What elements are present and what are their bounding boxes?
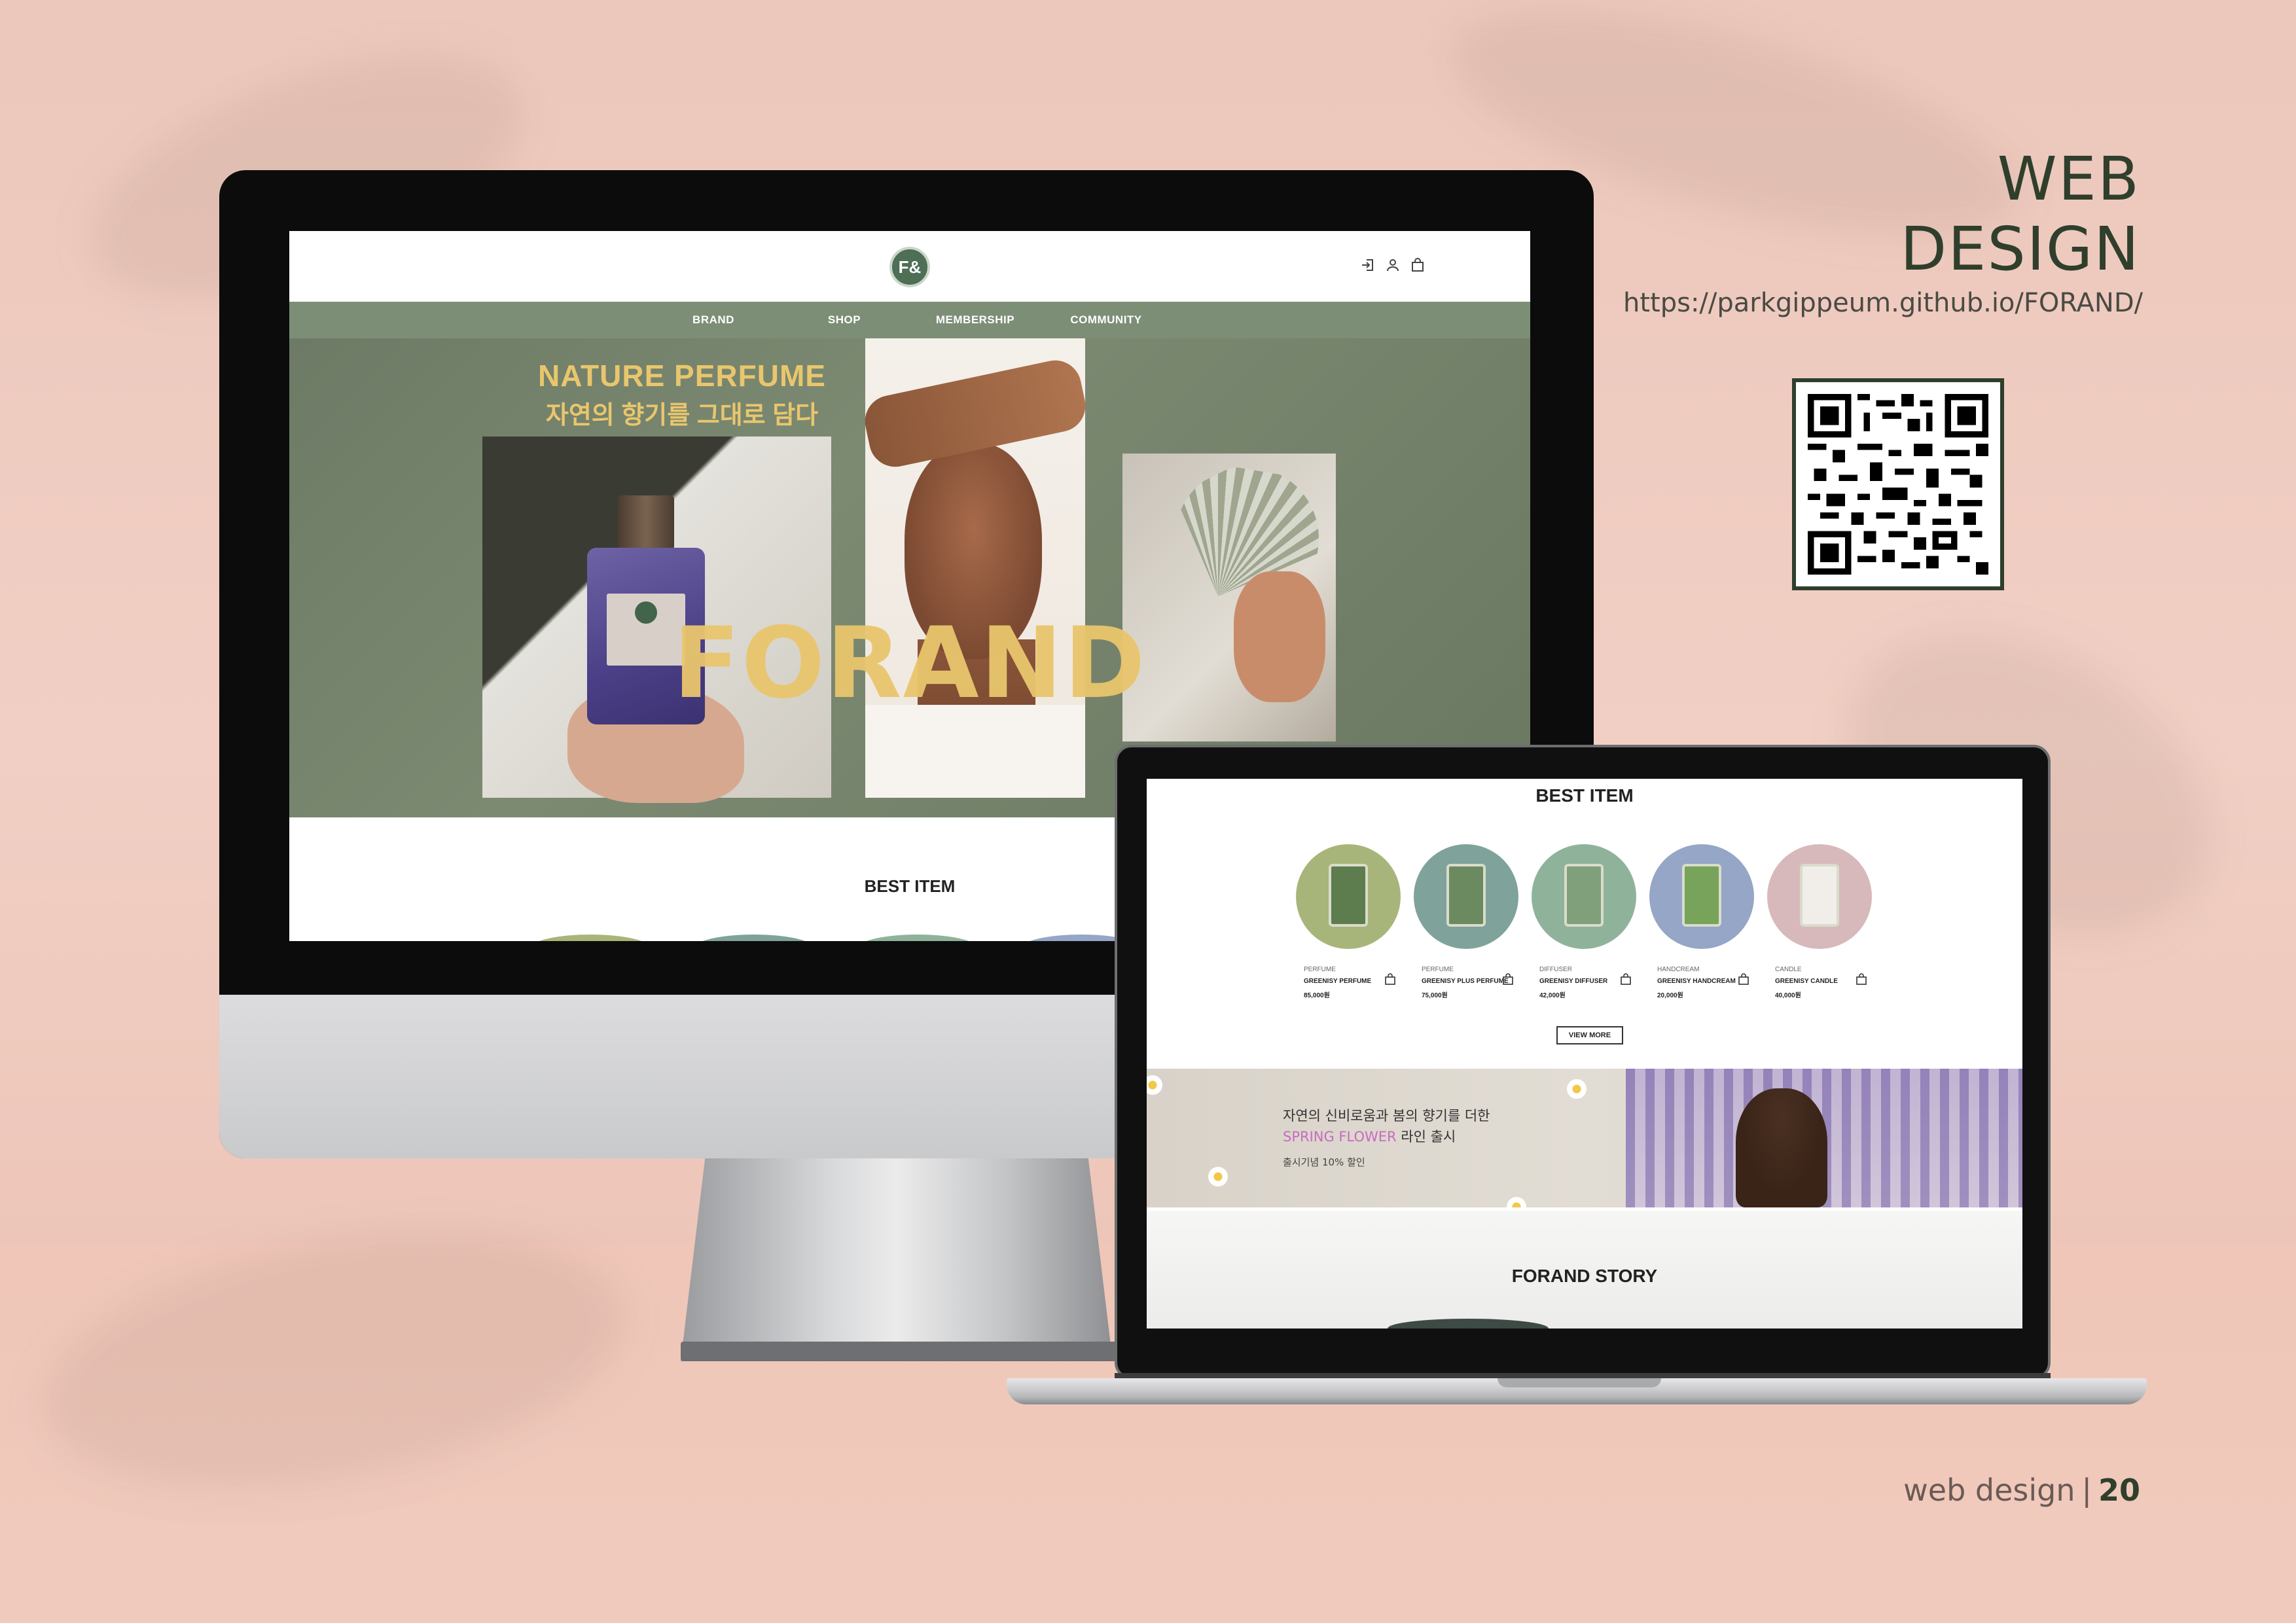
cart-icon[interactable] [1501, 972, 1515, 986]
qr-code-icon [1808, 394, 1988, 575]
banner-accent: SPRING FLOWER [1283, 1129, 1397, 1145]
bag-icon[interactable] [1410, 257, 1426, 273]
site-header: F& [289, 231, 1530, 302]
user-icon[interactable] [1385, 257, 1401, 273]
cart-icon[interactable] [1619, 972, 1632, 986]
product-card[interactable]: PERFUME GREENISY PERFUME 85,000원 [1296, 844, 1401, 1001]
product-image[interactable] [1649, 844, 1754, 949]
best-item-title: BEST ITEM [1535, 785, 1634, 806]
product-name[interactable]: GREENISY PERFUME [1304, 978, 1371, 985]
cart-icon[interactable] [1855, 972, 1868, 986]
product-card[interactable]: CANDLE GREENISY CANDLE 40,000원 [1767, 844, 1872, 1001]
imac-stand [681, 1145, 1113, 1361]
product-category: DIFFUSER [1539, 966, 1572, 973]
product-item [1800, 864, 1839, 927]
product-thumb-peek [695, 935, 813, 941]
product-price: 20,000원 [1657, 992, 1683, 999]
product-thumb-peek [531, 935, 649, 941]
daisy-icon [1208, 1167, 1228, 1186]
product-category: HANDCREAM [1657, 966, 1700, 973]
model-photo [860, 338, 1090, 798]
imac-stand-foot [681, 1342, 1126, 1361]
daisy-icon [1147, 1075, 1162, 1095]
view-more-button[interactable]: VIEW MORE [1556, 1026, 1623, 1044]
hero-brand: FORAND [673, 607, 1147, 721]
product-image[interactable] [1414, 844, 1518, 949]
product-thumb-peek [859, 935, 977, 941]
product-price: 85,000원 [1304, 992, 1330, 999]
nav-brand[interactable]: BRAND [648, 313, 779, 327]
footer-label: web design [1903, 1472, 2075, 1508]
qr-code[interactable] [1792, 378, 2004, 590]
daisy-icon [1507, 1197, 1526, 1207]
hero-title: NATURE PERFUME [538, 359, 826, 393]
product-image[interactable] [1532, 844, 1636, 949]
hero-subtitle: 자연의 향기를 그대로 담다 [545, 402, 819, 429]
laptop-screen: BEST ITEM PERFUME GREENISY PERFUME 85,00… [1147, 779, 2022, 1329]
product-image[interactable] [1767, 844, 1872, 949]
brand-logo[interactable]: F& [889, 247, 930, 287]
nav-shop[interactable]: SHOP [779, 313, 910, 327]
cart-icon[interactable] [1737, 972, 1750, 986]
nav-membership[interactable]: MEMBERSHIP [910, 313, 1041, 327]
main-nav: BRAND SHOP MEMBERSHIP COMMUNITY [289, 302, 1530, 338]
product-price: 75,000원 [1422, 992, 1448, 999]
product-card[interactable]: DIFFUSER GREENISY DIFFUSER 42,000원 [1532, 844, 1636, 1001]
laptop-notch [1498, 1378, 1661, 1387]
footer-separator: | [2081, 1472, 2092, 1508]
product-card[interactable]: HANDCREAM GREENISY HANDCREAM 20,000원 [1649, 844, 1754, 1001]
site-url[interactable]: https://parkgippeum.github.io/FORAND/ [1623, 288, 2143, 318]
page-footer: web design | 20 [1846, 1472, 2140, 1508]
product-category: PERFUME [1304, 966, 1336, 973]
product-item [1682, 864, 1721, 927]
page-number: 20 [2098, 1472, 2140, 1508]
story-title: FORAND STORY [1511, 1266, 1658, 1286]
header-icons [1360, 257, 1426, 273]
product-name[interactable]: GREENISY PLUS PERFUME [1422, 978, 1509, 985]
product-list: PERFUME GREENISY PERFUME 85,000원 PERFUME… [1296, 844, 1885, 1001]
product-price: 40,000원 [1775, 992, 1801, 999]
daisy-icon [1567, 1079, 1587, 1099]
product-name[interactable]: GREENISY DIFFUSER [1539, 978, 1607, 985]
promo-banner[interactable]: 자연의 신비로움과 봄의 향기를 더한 SPRING FLOWER 라인 출시 … [1147, 1069, 2022, 1207]
banner-headline: 자연의 신비로움과 봄의 향기를 더한 [1283, 1108, 1490, 1124]
banner-discount: 출시기념 10% 할인 [1283, 1156, 1365, 1168]
cart-icon[interactable] [1384, 972, 1397, 986]
product-name[interactable]: GREENISY CANDLE [1775, 978, 1838, 985]
banner-line2-rest: 라인 출시 [1396, 1129, 1456, 1145]
product-category: PERFUME [1422, 966, 1454, 973]
page-title: WEB DESIGN [1900, 144, 2140, 284]
nav-community[interactable]: COMMUNITY [1041, 313, 1172, 327]
product-image[interactable] [1296, 844, 1401, 949]
banner-subheadline: SPRING FLOWER 라인 출시 [1283, 1126, 1456, 1146]
model-image [1736, 1088, 1827, 1207]
product-item [1446, 864, 1486, 927]
product-price: 42,000원 [1539, 992, 1566, 999]
bottle-cap [618, 495, 674, 550]
product-name[interactable]: GREENISY HANDCREAM [1657, 978, 1736, 985]
product-card[interactable]: PERFUME GREENISY PLUS PERFUME 75,000원 [1414, 844, 1518, 1001]
login-icon[interactable] [1360, 257, 1376, 273]
product-item [1329, 864, 1368, 927]
product-category: CANDLE [1775, 966, 1802, 973]
product-item [1564, 864, 1604, 927]
